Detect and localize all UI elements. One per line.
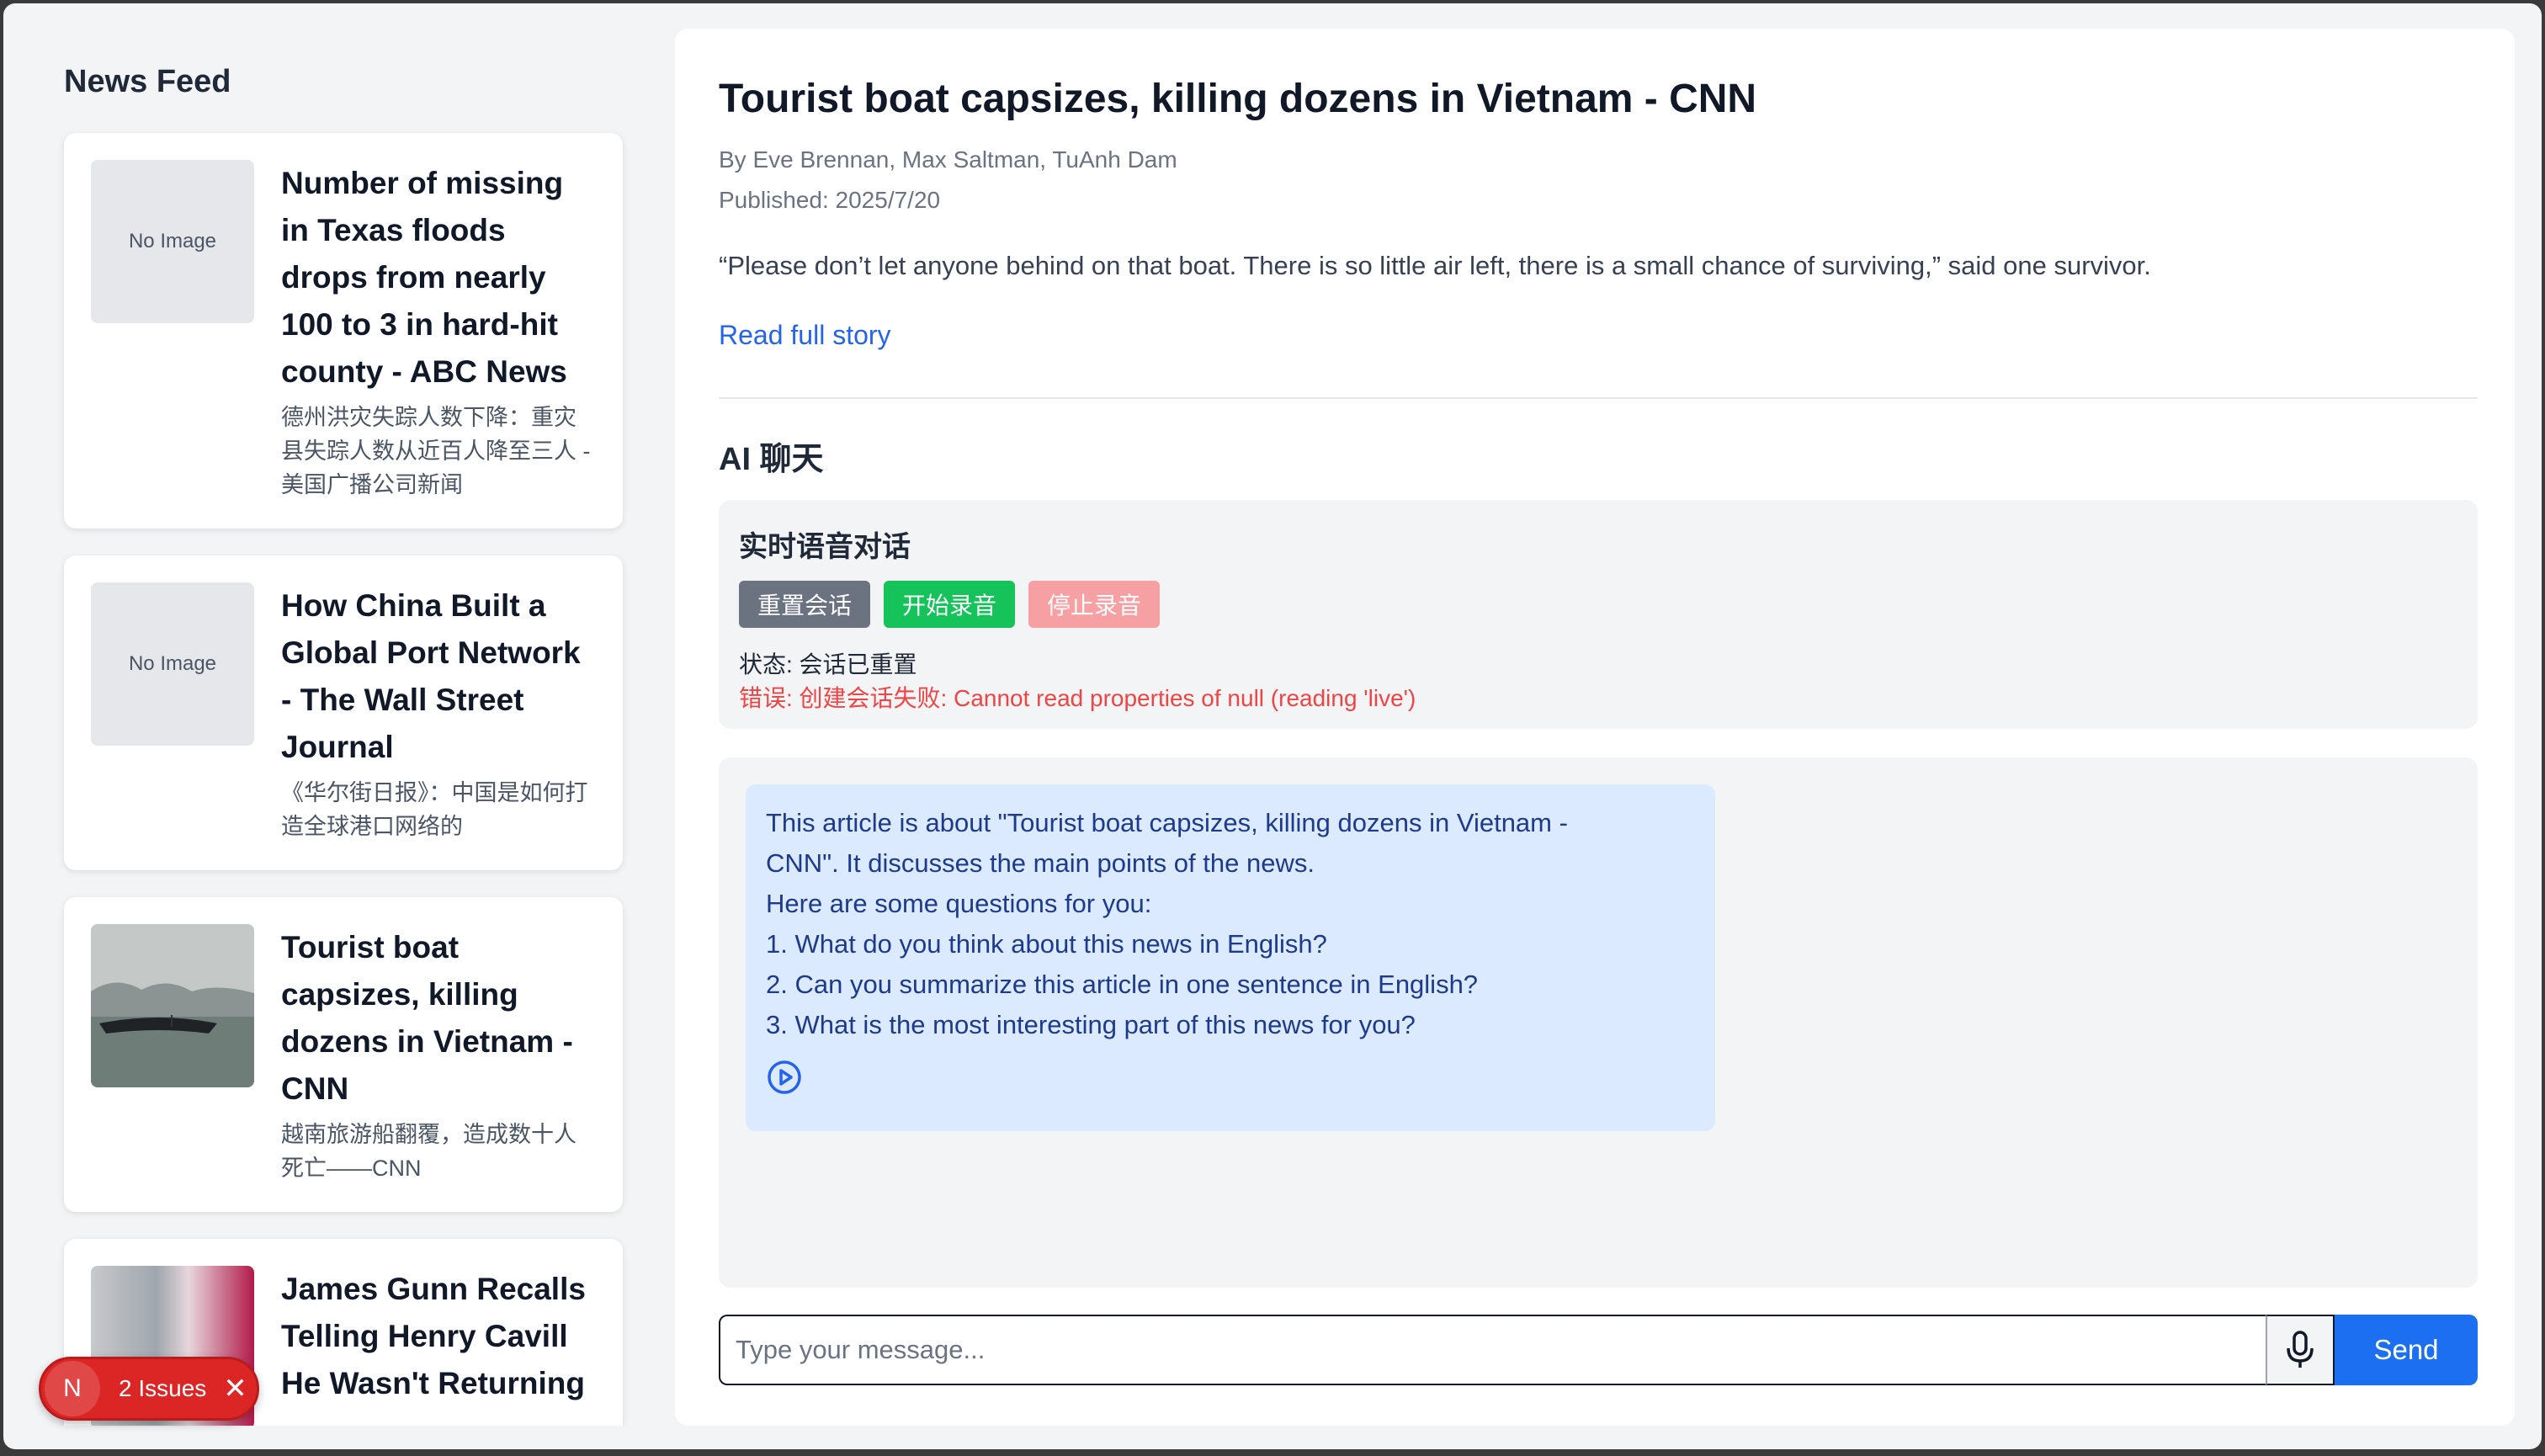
news-card-title: Number of missing in Texas floods drops …	[281, 166, 567, 389]
app-window: News Feed No Image Number of missing in …	[3, 3, 2542, 1449]
article-panel: Tourist boat capsizes, killing dozens in…	[675, 29, 2515, 1426]
news-card-title: Tourist boat capsizes, killing dozens in…	[281, 930, 573, 1106]
boat-photo	[91, 924, 254, 1087]
message-line: 3. What is the most interesting part of …	[766, 1010, 1416, 1039]
news-card-subtitle: 越南旅游船翻覆，造成数十人死亡——CNN	[281, 1122, 576, 1181]
news-card-subtitle: 德州洪灾失踪人数下降：重灾县失踪人数从近百人降至三人 - 美国广播公司新闻	[281, 405, 591, 497]
news-card-title: How China Built a Global Port Network - …	[281, 588, 581, 764]
news-card[interactable]: No Image How China Built a Global Port N…	[64, 555, 623, 870]
microphone-icon	[2287, 1331, 2314, 1368]
read-full-story-link[interactable]: Read full story	[719, 320, 891, 351]
news-thumbnail: No Image	[91, 582, 254, 746]
play-circle-icon[interactable]	[766, 1059, 803, 1096]
news-card[interactable]: No Image Number of missing in Texas floo…	[64, 133, 623, 529]
news-card-subtitle: 《华尔街日报》：中国是如何打造全球港口网络的	[281, 780, 588, 839]
sidebar-title: News Feed	[64, 64, 231, 99]
article-published-date: Published: 2025/7/20	[719, 187, 941, 213]
message-line: CNN". It discusses the main points of th…	[766, 848, 1315, 878]
voice-chat-title: 实时语音对话	[739, 531, 911, 563]
assistant-message: This article is about "Tourist boat caps…	[746, 784, 1715, 1131]
voice-error-text: 错误: 创建会话失败: Cannot read properties of nu…	[739, 685, 1416, 711]
voice-chat-panel: 实时语音对话 重置会话 开始录音 停止录音 状态: 会话已重置 错误: 创建会话…	[719, 500, 2478, 729]
message-line: This article is about "Tourist boat caps…	[766, 808, 1568, 837]
chat-messages: This article is about "Tourist boat caps…	[719, 757, 2478, 1288]
send-button[interactable]: Send	[2335, 1315, 2478, 1385]
close-icon[interactable]: ✕	[223, 1372, 247, 1406]
article-byline: By Eve Brennan, Max Saltman, TuAnh Dam	[719, 146, 1177, 173]
issues-avatar: N	[45, 1361, 100, 1416]
news-thumbnail: No Image	[91, 160, 254, 323]
message-line: 1. What do you think about this news in …	[766, 929, 1327, 959]
message-composer: Send	[719, 1315, 2478, 1385]
issues-count: 2 Issues	[119, 1375, 207, 1401]
voice-status-text: 状态: 会话已重置	[739, 651, 917, 678]
news-thumbnail	[91, 924, 254, 1087]
ai-chat-title: AI 聊天	[719, 442, 824, 477]
message-line: Here are some questions for you:	[766, 889, 1152, 918]
message-line: 2. Can you summarize this article in one…	[766, 970, 1479, 999]
article-summary: “Please don’t let anyone behind on that …	[719, 251, 2151, 280]
news-list: No Image Number of missing in Texas floo…	[64, 133, 623, 1426]
stop-recording-button[interactable]: 停止录音	[1028, 581, 1161, 628]
reset-session-button[interactable]: 重置会话	[739, 581, 871, 628]
issues-badge[interactable]: N 2 Issues ✕	[39, 1357, 259, 1421]
news-card[interactable]: Tourist boat capsizes, killing dozens in…	[64, 897, 623, 1212]
microphone-button[interactable]	[2266, 1315, 2335, 1385]
news-card-title: James Gunn Recalls Telling Henry Cavill …	[281, 1272, 586, 1400]
start-recording-button[interactable]: 开始录音	[884, 581, 1016, 628]
news-feed-sidebar: News Feed No Image Number of missing in …	[35, 29, 651, 1426]
message-input[interactable]	[719, 1315, 2266, 1385]
divider	[719, 397, 2478, 399]
article-title: Tourist boat capsizes, killing dozens in…	[719, 77, 1757, 121]
